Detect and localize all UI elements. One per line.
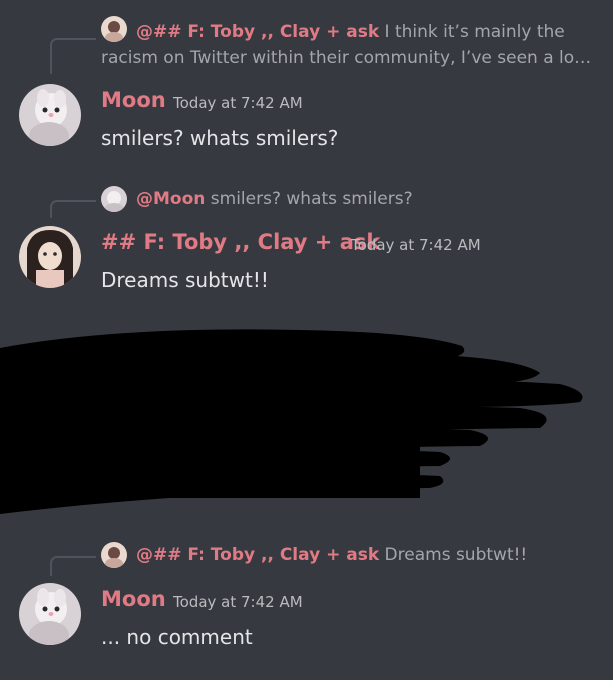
reply-avatar[interactable] [101, 186, 127, 212]
reply-connector-line [50, 200, 96, 218]
avatar[interactable] [19, 84, 81, 146]
redaction-scribble [0, 329, 583, 514]
reply-text-continued: racism on Twitter within their community… [101, 48, 592, 68]
avatar[interactable] [19, 583, 81, 645]
reply-connector-line [50, 556, 96, 576]
reply-avatar[interactable] [101, 542, 127, 568]
author-name[interactable]: ## F: Toby ,, Clay + ask [101, 230, 380, 254]
message-content: smilers? whats smilers? [101, 126, 339, 150]
message-content: Dreams subtwt!! [101, 268, 269, 292]
avatar[interactable] [19, 226, 81, 288]
author-name[interactable]: Moon [101, 587, 166, 611]
reply-text: smilers? whats smilers? [210, 189, 413, 209]
timestamp: Today at 7:42 AM [173, 593, 303, 611]
reply-connector-line [50, 38, 96, 74]
timestamp: Today at 7:42 AM [351, 236, 481, 254]
reply-mention[interactable]: @## F: Toby ,, Clay + ask [136, 545, 379, 565]
reply-mention[interactable]: @Moon [136, 189, 205, 209]
reply-avatar[interactable] [101, 16, 127, 42]
reply-text: I think it’s mainly the [384, 22, 565, 42]
reply-preview[interactable]: @Moon smilers? whats smilers? [136, 187, 413, 212]
reply-preview[interactable]: @## F: Toby ,, Clay + ask Dreams subtwt!… [136, 543, 527, 568]
reply-preview[interactable]: @## F: Toby ,, Clay + ask I think it’s m… [136, 20, 565, 45]
timestamp: Today at 7:42 AM [173, 94, 303, 112]
author-name[interactable]: Moon [101, 88, 166, 112]
reply-text: Dreams subtwt!! [384, 545, 528, 565]
message-content: ... no comment [101, 625, 253, 649]
reply-mention[interactable]: @## F: Toby ,, Clay + ask [136, 22, 379, 42]
